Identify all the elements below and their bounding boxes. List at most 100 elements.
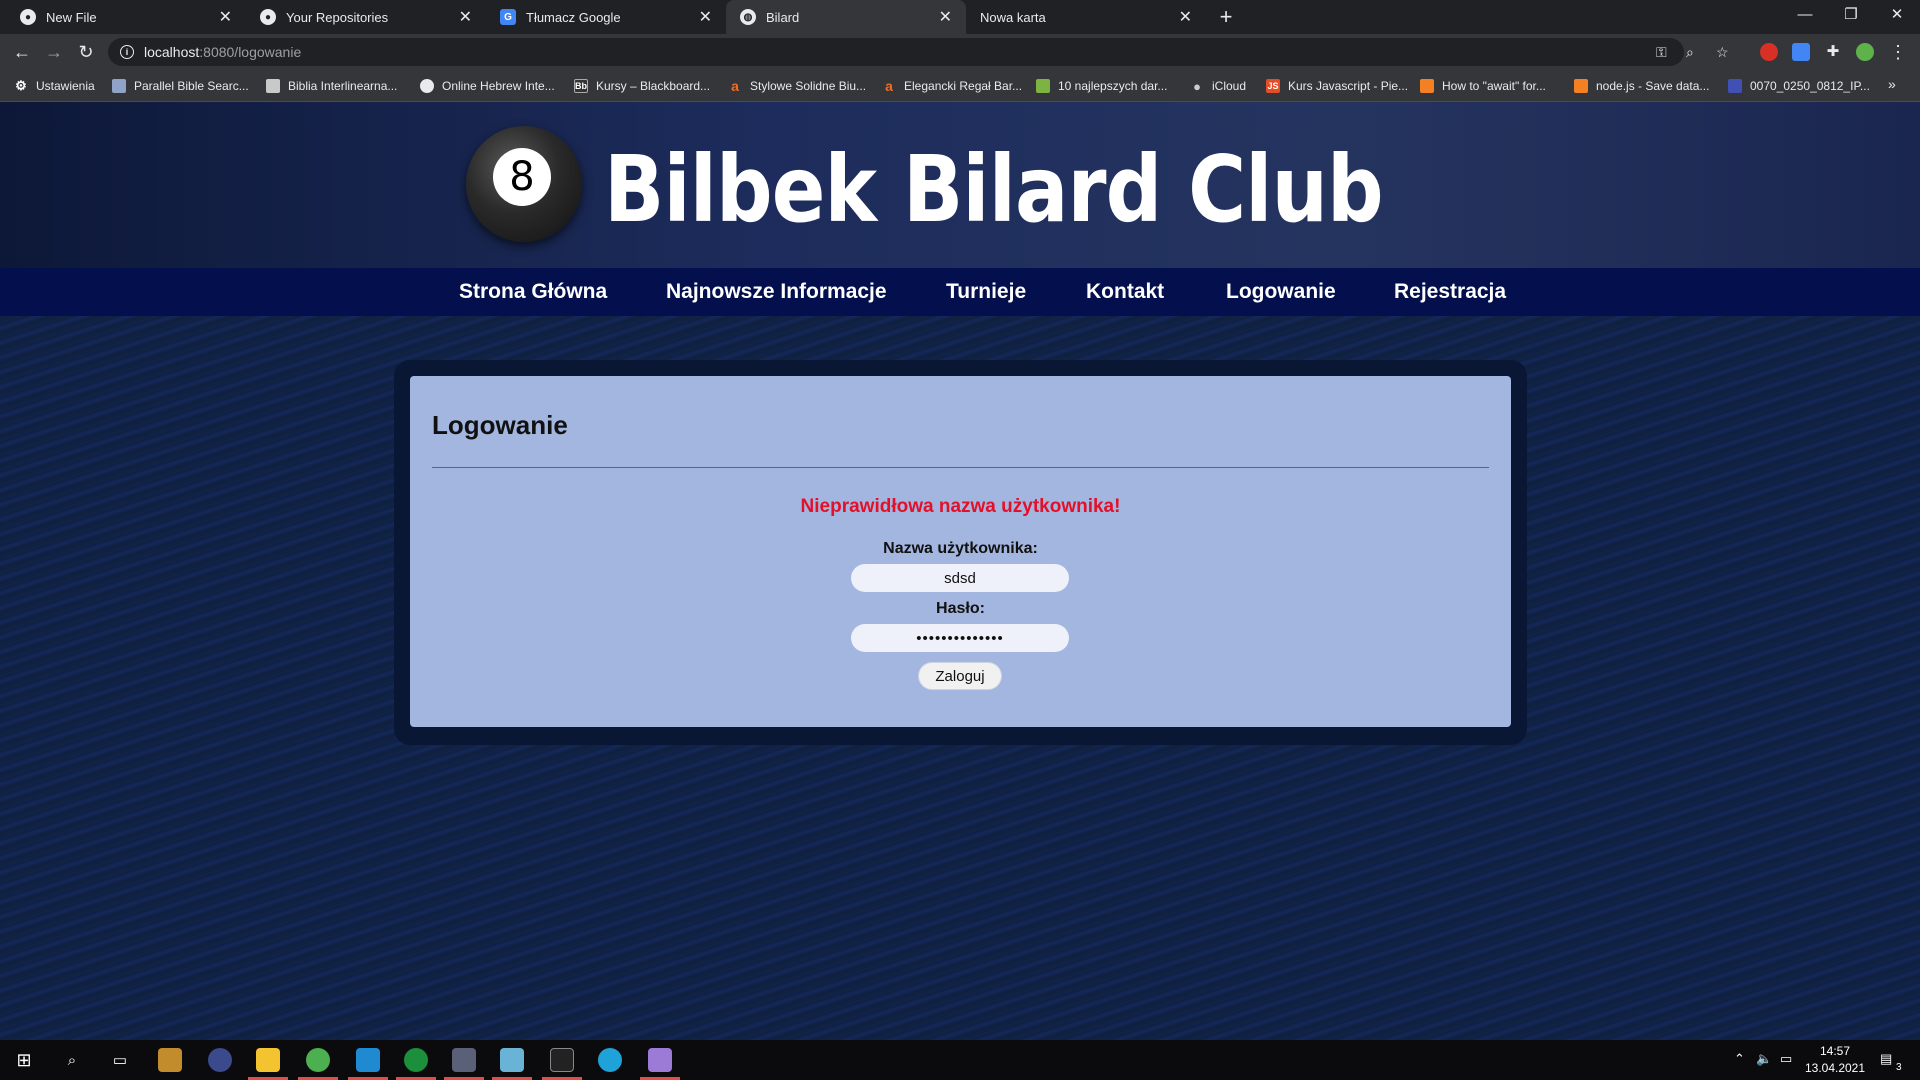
page-title: Logowanie <box>432 410 568 440</box>
nav-tournaments[interactable]: Turnieje <box>946 268 1026 316</box>
search-icon[interactable]: ⌕ <box>60 1048 84 1072</box>
login-card: Logowanie Nieprawidłowa nazwa użytkownik… <box>410 376 1511 727</box>
bookmark-item[interactable]: Bb Kursy – Blackboard... <box>574 70 710 102</box>
tab-bilard[interactable]: ◍ Bilard ✕ <box>726 0 966 34</box>
forward-icon[interactable]: → <box>42 40 66 64</box>
tab-new-tab[interactable]: Nowa karta ✕ <box>966 0 1206 34</box>
menu-icon[interactable]: ⋮ <box>1886 40 1910 64</box>
battery-icon[interactable]: ▭ <box>1780 1051 1792 1067</box>
edge-icon[interactable] <box>598 1048 622 1072</box>
minimize-button[interactable]: — <box>1782 0 1828 34</box>
browser-toolbar: ← → ↻ i localhost:8080/logowanie ⚿ ⌕ ☆ ✚… <box>0 34 1920 70</box>
bookmark-item[interactable]: JS Kurs Javascript - Pie... <box>1266 70 1408 102</box>
nav-home[interactable]: Strona Główna <box>459 268 607 316</box>
tab-new-file[interactable]: ● New File ✕ <box>6 0 246 34</box>
apple-icon: ● <box>1193 78 1201 94</box>
nav-news[interactable]: Najnowsze Informacje <box>666 268 887 316</box>
username-input[interactable]: sdsd <box>851 564 1069 592</box>
eight-ball-logo: 8 <box>466 126 582 242</box>
chevron-up-icon[interactable]: ⌃ <box>1734 1051 1745 1067</box>
bookmark-item[interactable]: Parallel Bible Searc... <box>112 70 249 102</box>
bookmark-icon <box>266 79 280 93</box>
terminal-icon[interactable] <box>550 1048 574 1072</box>
bookmark-item[interactable]: 0070_0250_0812_IP... <box>1728 70 1870 102</box>
stackoverflow-icon <box>1574 79 1588 93</box>
allegro-icon: a <box>885 78 893 94</box>
address-bar[interactable]: i localhost:8080/logowanie ⚿ ⌕ ☆ <box>108 38 1729 66</box>
extension-icon[interactable] <box>1760 43 1778 61</box>
divider <box>432 467 1489 468</box>
nav-register[interactable]: Rejestracja <box>1394 268 1506 316</box>
close-tab-icon[interactable]: ✕ <box>1179 7 1192 27</box>
tab-your-repositories[interactable]: ● Your Repositories ✕ <box>246 0 486 34</box>
bookmark-icon <box>1728 79 1742 93</box>
back-icon[interactable]: ← <box>10 40 34 64</box>
bookmark-item[interactable]: ⚙ Ustawienia <box>14 70 95 102</box>
app-icon[interactable] <box>208 1048 232 1072</box>
bookmark-icon <box>112 79 126 93</box>
bookmark-item[interactable]: a Elegancki Regał Bar... <box>882 70 1022 102</box>
password-input[interactable]: •••••••••••••• <box>851 624 1069 652</box>
file-explorer-icon[interactable] <box>256 1048 280 1072</box>
bookmarks-bar: ⚙ Ustawienia Parallel Bible Searc... Bibl… <box>0 70 1920 102</box>
close-tab-icon[interactable]: ✕ <box>459 7 472 27</box>
google-translate-icon: G <box>500 9 516 25</box>
github-icon: ● <box>260 9 276 25</box>
app-icon[interactable] <box>158 1048 182 1072</box>
system-clock[interactable]: 14:57 13.04.2021 <box>1800 1043 1870 1077</box>
browser-tab-bar: ● New File ✕ ● Your Repositories ✕ G Tłu… <box>0 0 1920 34</box>
restore-button[interactable]: ❐ <box>1828 0 1874 34</box>
nav-contact[interactable]: Kontakt <box>1086 268 1164 316</box>
bookmark-item[interactable]: a Stylowe Solidne Biu... <box>728 70 866 102</box>
reload-icon[interactable]: ↻ <box>74 40 98 64</box>
calculator-icon[interactable] <box>452 1048 476 1072</box>
bookmark-item[interactable]: node.js - Save data... <box>1574 70 1709 102</box>
puzzle-icon[interactable]: ✚ <box>1824 43 1842 61</box>
bookmark-item[interactable]: Biblia Interlinearna... <box>266 70 397 102</box>
volume-icon[interactable]: 🔈 <box>1756 1051 1772 1067</box>
app-icon[interactable] <box>500 1048 524 1072</box>
app-icon[interactable] <box>404 1048 428 1072</box>
close-tab-icon[interactable]: ✕ <box>939 7 952 27</box>
vscode-icon[interactable] <box>356 1048 380 1072</box>
star-icon[interactable]: ☆ <box>1716 44 1729 61</box>
bookmark-item[interactable]: 10 najlepszych dar... <box>1036 70 1167 102</box>
gear-icon: ⚙ <box>15 78 27 93</box>
js-icon: JS <box>1266 79 1280 93</box>
bookmark-item[interactable]: How to "await" for... <box>1420 70 1546 102</box>
app-icon[interactable] <box>648 1048 672 1072</box>
bookmark-item[interactable]: ● iCloud <box>1190 70 1246 102</box>
globe-icon: ◍ <box>740 9 756 25</box>
info-icon[interactable]: i <box>120 45 134 59</box>
more-bookmarks-icon[interactable]: » <box>1888 76 1896 92</box>
zoom-icon[interactable]: ⌕ <box>1686 44 1694 61</box>
notification-count: 3 <box>1896 1062 1902 1073</box>
new-tab-button[interactable]: + <box>1214 4 1238 30</box>
stackoverflow-icon <box>1420 79 1434 93</box>
windows-start-icon[interactable]: ⊞ <box>12 1048 36 1072</box>
task-view-icon[interactable]: ▭ <box>108 1048 132 1072</box>
close-window-button[interactable]: ✕ <box>1874 0 1920 34</box>
allegro-icon: a <box>731 78 739 94</box>
github-icon: ● <box>20 9 36 25</box>
site-title: Bilbek Bilard Club <box>604 136 1384 243</box>
main-navigation: Strona Główna Najnowsze Informacje Turni… <box>0 268 1920 316</box>
chrome-icon[interactable] <box>306 1048 330 1072</box>
notifications-icon[interactable]: ▤ <box>1880 1051 1892 1067</box>
login-card-frame: Logowanie Nieprawidłowa nazwa użytkownik… <box>394 360 1527 745</box>
translate-extension-icon[interactable] <box>1792 43 1810 61</box>
key-icon[interactable]: ⚿ <box>1656 44 1667 61</box>
site-banner: 8 Bilbek Bilard Club <box>0 102 1920 268</box>
close-tab-icon[interactable]: ✕ <box>699 7 712 27</box>
login-button[interactable]: Zaloguj <box>918 662 1002 690</box>
bookmark-icon <box>1036 79 1050 93</box>
bookmark-item[interactable]: Online Hebrew Inte... <box>420 70 555 102</box>
blackboard-icon: Bb <box>574 79 588 93</box>
page-content: 8 Bilbek Bilard Club Strona Główna Najno… <box>0 102 1920 1040</box>
avatar[interactable] <box>1856 43 1874 61</box>
windows-taskbar: ⊞ ⌕ ▭ ⌃ 🔈 ▭ 14:57 13.04.2021 ▤ 3 <box>0 1040 1920 1080</box>
url-text: localhost:8080/logowanie <box>144 44 302 60</box>
nav-login[interactable]: Logowanie <box>1226 268 1336 316</box>
tab-google-translate[interactable]: G Tłumacz Google ✕ <box>486 0 726 34</box>
close-tab-icon[interactable]: ✕ <box>219 7 232 27</box>
